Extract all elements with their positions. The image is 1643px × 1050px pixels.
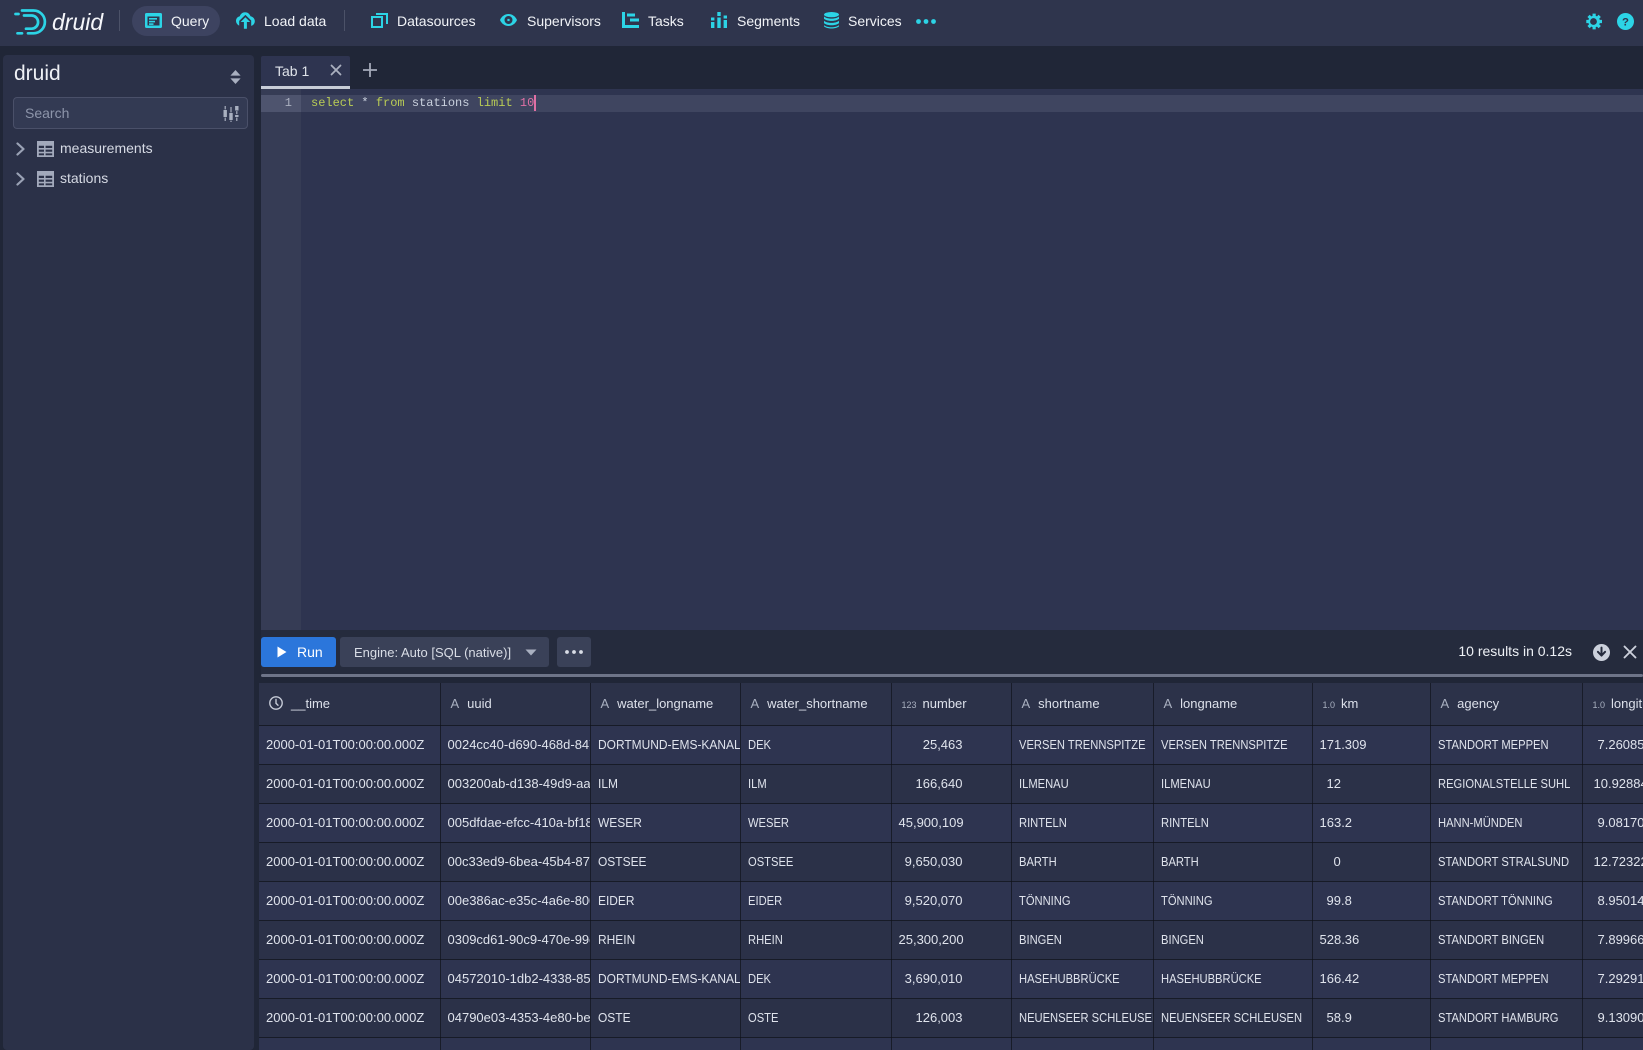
svg-text:?: ? [1622,17,1629,29]
